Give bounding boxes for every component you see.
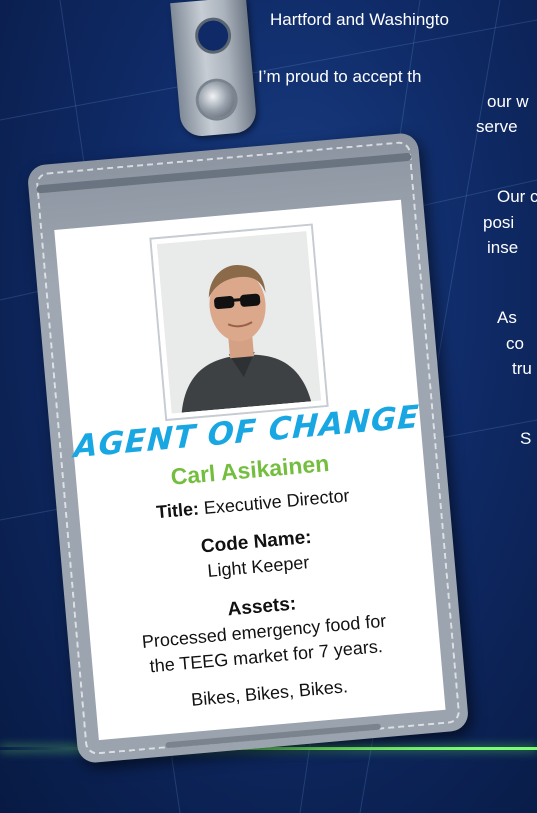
title-label: Title:	[155, 498, 200, 523]
title-value: Executive Director	[203, 485, 351, 519]
badge-holder: AGENT OF CHANGE Carl Asikainen Title: Ex…	[26, 132, 470, 764]
strap-hole	[193, 16, 233, 56]
id-badge: AGENT OF CHANGE Carl Asikainen Title: Ex…	[0, 0, 537, 813]
portrait-illustration	[156, 231, 322, 414]
badge-card: AGENT OF CHANGE Carl Asikainen Title: Ex…	[54, 199, 446, 741]
portrait-photo	[151, 225, 327, 419]
strap-snap	[197, 80, 237, 120]
badge-strap	[170, 0, 258, 138]
